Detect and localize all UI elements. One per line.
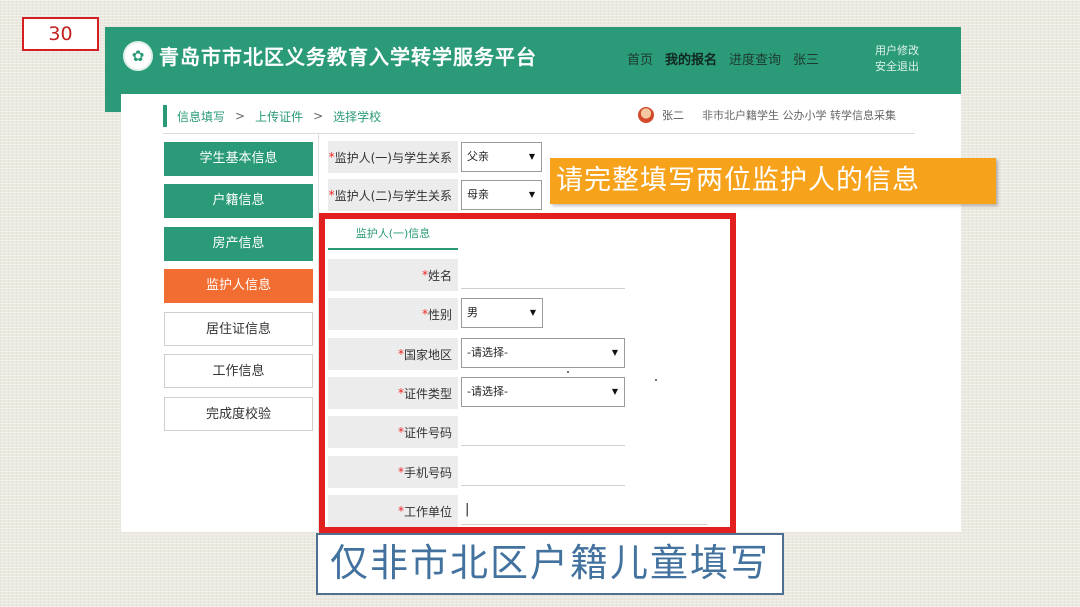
work-unit-label: * 工作单位 [328, 495, 458, 527]
platform-logo-icon: ✿ [123, 41, 153, 71]
breadcrumb-separator: > [313, 109, 324, 123]
name-label: * 姓名 [328, 259, 458, 291]
region-label: * 国家地区 [328, 338, 458, 370]
site-title: 青岛市市北区义务教育入学转学服务平台 [159, 45, 537, 69]
dropdown-arrow-icon: ▼ [528, 190, 535, 199]
app-window: ✿ 青岛市市北区义务教育入学转学服务平台 首页 我的报名 进度查询 张三 用户修… [105, 27, 961, 533]
relation-1-label: * 监护人(一)与学生关系 [328, 141, 458, 173]
sidebar-item-work[interactable]: 工作信息 [164, 354, 313, 388]
nav-progress[interactable]: 进度查询 [729, 49, 781, 68]
relation-2-label: * 监护人(二)与学生关系 [328, 179, 458, 211]
name-input[interactable] [461, 259, 625, 289]
stray-dot [567, 371, 569, 373]
sidebar-item-residence-permit[interactable]: 居住证信息 [164, 312, 313, 346]
tab-guardian-1[interactable]: 监护人(一)信息 [328, 222, 458, 250]
region-select[interactable]: -请选择- ▼ [461, 338, 625, 368]
id-type-label: * 证件类型 [328, 377, 458, 409]
breadcrumb: 信息填写 > 上传证件 > 选择学校 [163, 105, 381, 127]
logout-link[interactable]: 安全退出 [875, 59, 919, 75]
relation-1-select[interactable]: 父亲 ▼ [461, 142, 542, 172]
slide-number: 30 [22, 17, 99, 51]
id-type-select[interactable]: -请选择- ▼ [461, 377, 625, 407]
gender-label: * 性别 [328, 298, 458, 330]
dropdown-arrow-icon: ▼ [611, 387, 618, 396]
edit-user-link[interactable]: 用户修改 [875, 43, 919, 59]
sidebar-item-completion-check[interactable]: 完成度校验 [164, 397, 313, 431]
id-number-label: * 证件号码 [328, 416, 458, 448]
work-unit-input[interactable]: | [461, 495, 707, 525]
dropdown-arrow-icon: ▼ [528, 152, 535, 161]
sidebar-item-guardian[interactable]: 监护人信息 [164, 269, 313, 303]
breadcrumb-step-school[interactable]: 选择学校 [333, 108, 381, 125]
breadcrumb-divider [163, 133, 915, 134]
id-number-input[interactable] [461, 416, 625, 446]
dropdown-arrow-icon: ▼ [529, 308, 536, 317]
callout-fill-both-guardians: 请完整填写两位监护人的信息 [550, 158, 996, 204]
breadcrumb-separator: > [235, 109, 246, 123]
nav-home[interactable]: 首页 [627, 49, 653, 68]
main-nav: 首页 我的报名 进度查询 张三 [627, 49, 819, 68]
sidebar-divider [318, 134, 319, 532]
breadcrumb-step-info[interactable]: 信息填写 [177, 108, 225, 125]
sidebar-item-household[interactable]: 户籍信息 [164, 184, 313, 218]
current-user-description: 非市北户籍学生 公办小学 转学信息采集 [702, 109, 896, 122]
user-links: 用户修改 安全退出 [875, 43, 919, 75]
nav-user-name[interactable]: 张三 [793, 49, 819, 68]
sidebar-item-property[interactable]: 房产信息 [164, 227, 313, 261]
nav-my-registration[interactable]: 我的报名 [665, 49, 717, 68]
phone-label: * 手机号码 [328, 456, 458, 488]
callout-non-shibei-only: 仅非市北区户籍儿童填写 [316, 533, 784, 595]
phone-input[interactable] [461, 456, 625, 486]
breadcrumb-step-upload[interactable]: 上传证件 [255, 108, 303, 125]
gender-select[interactable]: 男 ▼ [461, 298, 543, 328]
current-user-info: 张二 非市北户籍学生 公办小学 转学信息采集 [638, 107, 896, 123]
dropdown-arrow-icon: ▼ [611, 348, 618, 357]
relation-2-select[interactable]: 母亲 ▼ [461, 180, 542, 210]
user-avatar-icon [638, 107, 654, 123]
sidebar-item-student-info[interactable]: 学生基本信息 [164, 142, 313, 176]
stray-dot [655, 379, 657, 381]
current-user-name: 张二 [662, 109, 684, 122]
